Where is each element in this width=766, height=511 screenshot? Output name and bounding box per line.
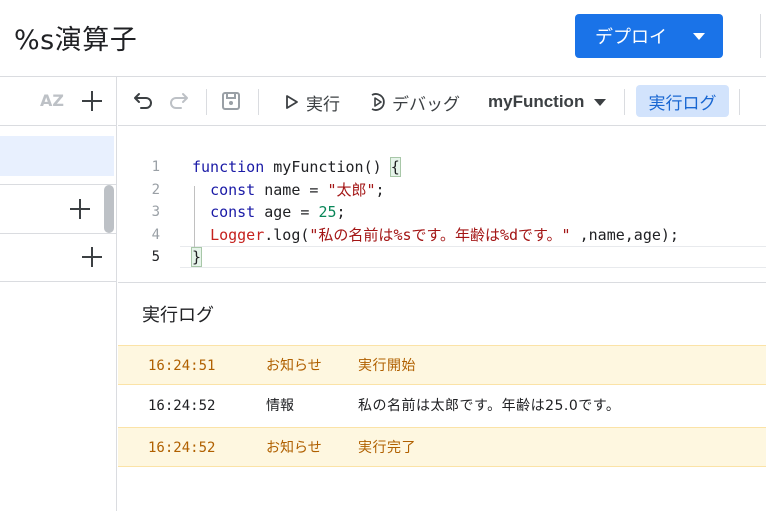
code-token: { xyxy=(389,157,401,177)
services-section[interactable] xyxy=(0,234,116,282)
sort-az-label: AZ xyxy=(40,91,64,110)
line-number: 1 xyxy=(151,159,160,175)
deploy-label: デプロイ xyxy=(595,27,667,48)
toolbar-divider xyxy=(258,89,259,115)
log-message: 私の名前は太郎です。年齢は25.0です。 xyxy=(358,398,621,414)
function-select-value: myFunction xyxy=(488,92,585,111)
file-item-selected[interactable] xyxy=(0,136,114,176)
code-token: ; xyxy=(375,181,385,199)
undo-icon[interactable] xyxy=(132,89,156,113)
execution-log-label: 実行ログ xyxy=(648,93,717,114)
log-timestamp: 16:24:52 xyxy=(148,398,216,414)
code-token: Logger xyxy=(210,226,265,244)
code-text: const age = 25; xyxy=(192,201,346,224)
execution-log-title: 実行ログ xyxy=(142,305,214,326)
log-row: 16:24:51 お知らせ 実行開始 xyxy=(118,345,766,385)
scrollbar[interactable] xyxy=(104,185,114,233)
sort-az-icon[interactable]: AZ xyxy=(40,89,66,113)
log-timestamp: 16:24:52 xyxy=(148,440,216,456)
log-level: お知らせ xyxy=(266,358,322,374)
toolbar-divider xyxy=(624,89,625,115)
add-library-icon[interactable] xyxy=(69,198,91,220)
log-level: 情報 xyxy=(266,398,294,414)
code-text: const name = "太郎"; xyxy=(192,179,385,202)
add-service-icon[interactable] xyxy=(81,246,103,268)
code-editor[interactable]: 1 function myFunction() {2 const name = "… xyxy=(118,127,766,282)
files-panel: AZ xyxy=(0,77,117,511)
code-token: "私の名前は%sです。年齢は%dです。" xyxy=(309,226,571,244)
line-number: 4 xyxy=(151,227,160,243)
code-token: "太郎" xyxy=(327,181,376,199)
log-row: 16:24:52 お知らせ 実行完了 xyxy=(118,427,766,467)
line-number: 5 xyxy=(151,249,160,265)
code-token: myFunction() xyxy=(264,158,391,176)
code-token: age = xyxy=(255,203,319,221)
line-number: 2 xyxy=(151,182,160,198)
code-line[interactable]: 5} xyxy=(118,246,766,269)
code-line[interactable]: 1 function myFunction() { xyxy=(118,156,766,179)
code-line[interactable]: 4 Logger.log("私の名前は%sです。年齢は%dです。" ,name,… xyxy=(118,224,766,247)
debug-button[interactable]: デバッグ xyxy=(366,87,460,117)
divider xyxy=(0,281,116,282)
editor-toolbar: 実行 デバッグ myFunction 実行ログ xyxy=(118,77,766,126)
header-divider xyxy=(760,14,761,58)
log-level: お知らせ xyxy=(266,440,322,456)
code-token: const xyxy=(210,181,256,199)
files-toolbar: AZ xyxy=(0,77,116,126)
execution-log-panel: 実行ログ 16:24:51 お知らせ 実行開始 16:24:52 情報 私の名前は太郎です… xyxy=(118,282,766,511)
toolbar-divider xyxy=(739,89,740,115)
run-button[interactable]: 実行 xyxy=(284,87,340,117)
add-file-icon[interactable] xyxy=(81,90,103,112)
code-text: function myFunction() { xyxy=(192,156,401,179)
project-title[interactable]: %s演算子 xyxy=(14,18,137,57)
code-token: } xyxy=(190,247,203,267)
toolbar-divider xyxy=(206,89,207,115)
line-number: 3 xyxy=(151,204,160,220)
code-token: const xyxy=(210,203,256,221)
debug-icon xyxy=(371,93,385,111)
code-token: .log( xyxy=(264,226,310,244)
code-token: ,name,age); xyxy=(570,226,679,244)
code-token: name = xyxy=(255,181,328,199)
deploy-button[interactable]: デプロイ xyxy=(575,14,723,58)
code-token: function xyxy=(192,158,265,176)
log-timestamp: 16:24:51 xyxy=(148,358,216,374)
code-line[interactable]: 3 const age = 25; xyxy=(118,201,766,224)
libraries-section[interactable] xyxy=(0,185,116,233)
code-token: 25 xyxy=(318,203,337,221)
code-line[interactable]: 2 const name = "太郎"; xyxy=(118,179,766,202)
chevron-down-icon xyxy=(693,33,705,40)
redo-icon[interactable] xyxy=(166,89,190,113)
run-icon xyxy=(286,95,298,109)
log-message: 実行完了 xyxy=(358,440,416,456)
chevron-down-icon xyxy=(594,98,607,106)
save-icon[interactable] xyxy=(219,89,243,113)
run-label: 実行 xyxy=(306,94,340,115)
log-row: 16:24:52 情報 私の名前は太郎です。年齢は25.0です。 xyxy=(118,386,766,426)
code-text: } xyxy=(190,246,203,269)
debug-label: デバッグ xyxy=(392,94,460,115)
code-token: ; xyxy=(336,203,346,221)
code-text: Logger.log("私の名前は%sです。年齢は%dです。" ,name,ag… xyxy=(192,224,679,247)
execution-log-button[interactable]: 実行ログ xyxy=(636,85,729,117)
function-select[interactable]: myFunction xyxy=(488,87,607,117)
app-header: %s演算子 デプロイ xyxy=(0,0,766,77)
log-message: 実行開始 xyxy=(358,358,416,374)
